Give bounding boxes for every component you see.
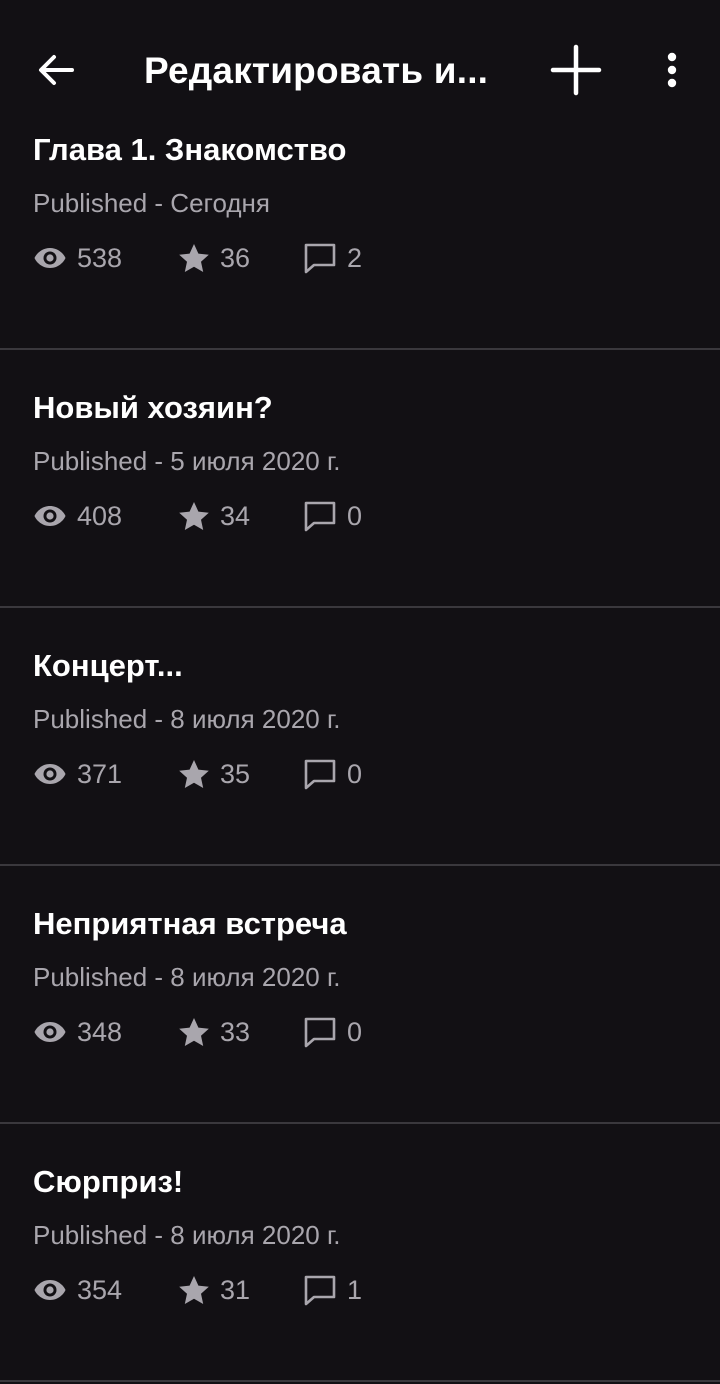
more-options-button[interactable] [648,40,696,104]
votes-count: 31 [220,1274,251,1305]
eye-icon [33,1278,67,1302]
arrow-left-icon [36,50,76,95]
votes-count: 34 [220,500,251,531]
part-title: Сюрприз! [33,1164,184,1199]
votes-stat: 34 [178,501,303,532]
comment-icon [303,1274,337,1306]
more-vertical-icon [666,52,678,93]
views-count: 354 [77,1274,123,1305]
comments-count: 2 [347,242,363,273]
eye-icon [33,246,67,270]
part-status: Published - 8 июля 2020 г. [33,962,341,992]
views-stat: 538 [33,243,178,274]
votes-count: 35 [220,758,251,789]
views-count: 371 [77,758,123,789]
comments-stat: 2 [303,242,362,274]
part-title: Новый хозяин? [33,390,273,425]
comments-stat: 0 [303,1016,362,1048]
views-count: 408 [77,500,123,531]
eye-icon [33,762,67,786]
divider [0,1380,720,1382]
part-stats: 371 35 0 [33,754,362,794]
views-count: 348 [77,1016,123,1047]
star-icon [178,243,210,273]
back-button[interactable] [24,40,88,104]
part-stats: 408 34 0 [33,496,362,536]
list-item[interactable]: Сюрприз! Published - 8 июля 2020 г. 354 … [0,1124,720,1382]
comment-icon [303,1016,337,1048]
votes-count: 36 [220,242,251,273]
add-part-button[interactable] [540,36,612,108]
comments-stat: 0 [303,758,362,790]
comment-icon [303,242,337,274]
part-title: Концерт... [33,648,183,683]
comments-count: 0 [347,758,363,789]
app-bar: Редактировать и... [0,0,720,130]
part-title: Глава 1. Знакомство [33,132,347,167]
star-icon [178,501,210,531]
part-status: Published - 5 июля 2020 г. [33,446,341,476]
star-icon [178,1275,210,1305]
comment-icon [303,758,337,790]
star-icon [178,759,210,789]
part-title: Неприятная встреча [33,906,347,941]
views-stat: 354 [33,1275,178,1306]
comments-count: 1 [347,1274,363,1305]
votes-stat: 33 [178,1017,303,1048]
comments-stat: 0 [303,500,362,532]
votes-stat: 36 [178,243,303,274]
part-stats: 354 31 1 [33,1270,362,1310]
comment-icon [303,500,337,532]
part-stats: 348 33 0 [33,1012,362,1052]
part-status: Published - Сегодня [33,188,270,218]
plus-icon [550,44,602,101]
page-title: Редактировать и... [144,50,489,91]
part-stats: 538 36 2 [33,238,362,278]
views-stat: 348 [33,1017,178,1048]
votes-stat: 31 [178,1275,303,1306]
list-item[interactable]: Концерт... Published - 8 июля 2020 г. 37… [0,608,720,866]
views-count: 538 [77,242,123,273]
star-icon [178,1017,210,1047]
votes-count: 33 [220,1016,251,1047]
list-item[interactable]: Неприятная встреча Published - 8 июля 20… [0,866,720,1124]
votes-stat: 35 [178,759,303,790]
comments-count: 0 [347,1016,363,1047]
part-status: Published - 8 июля 2020 г. [33,1220,341,1250]
part-status: Published - 8 июля 2020 г. [33,704,341,734]
views-stat: 408 [33,501,178,532]
list-item[interactable]: Новый хозяин? Published - 5 июля 2020 г.… [0,350,720,608]
eye-icon [33,1020,67,1044]
comments-count: 0 [347,500,363,531]
comments-stat: 1 [303,1274,362,1306]
views-stat: 371 [33,759,178,790]
list-item[interactable]: Глава 1. Знакомство Published - Сегодня … [0,92,720,350]
eye-icon [33,504,67,528]
